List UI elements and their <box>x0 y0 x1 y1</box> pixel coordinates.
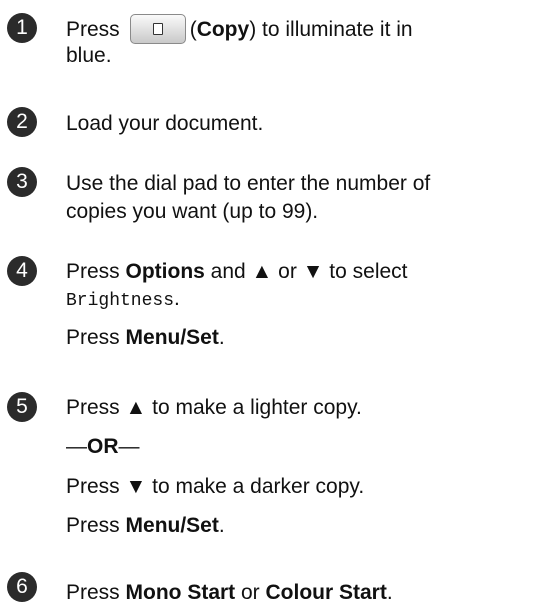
em-dash: — <box>118 435 140 458</box>
em-dash: — <box>66 435 87 458</box>
step-1-text-tail: ) to illuminate it in <box>249 18 413 41</box>
step-4-press: Press <box>66 326 126 349</box>
step-number-badge: 6 <box>7 572 37 602</box>
instruction-page: 1 Press (Copy) to illuminate it in blue. … <box>0 0 534 612</box>
step-number-badge: 2 <box>7 107 37 137</box>
step-1-line-1: Press (Copy) to illuminate it in <box>66 14 413 44</box>
menu-set-label: Menu/Set <box>125 514 219 537</box>
step-4-text-tail: and ▲ or ▼ to select <box>204 260 408 283</box>
step-5-line-1: Press ▲ to make a lighter copy. <box>66 396 362 419</box>
copy-document-icon <box>152 23 163 35</box>
step-number-badge: 5 <box>7 392 37 422</box>
step-4-line-1: Press Options and ▲ or ▼ to select <box>66 259 408 285</box>
step-5-press: Press <box>66 514 126 537</box>
mono-start-label: Mono Start <box>125 581 236 604</box>
colour-start-label: Colour Start <box>265 581 387 604</box>
step-6-text: Press <box>66 581 126 604</box>
step-1-line-2: blue. <box>66 44 112 67</box>
step-4-line-3: Press Menu/Set. <box>66 325 225 351</box>
step-4-text: Press <box>66 260 126 283</box>
step-5-or-line: —OR— <box>66 434 140 460</box>
step-3-line-1: Use the dial pad to enter the number of <box>66 172 431 195</box>
period: . <box>386 581 393 604</box>
period: . <box>174 287 180 310</box>
step-6-or: or <box>235 581 266 604</box>
copy-label: Copy <box>196 18 250 41</box>
step-4-line-2: Brightness. <box>66 286 180 314</box>
step-number-badge: 1 <box>7 13 37 43</box>
step-2-line-1: Load your document. <box>66 112 264 135</box>
menu-set-label: Menu/Set <box>125 326 219 349</box>
period: . <box>218 326 225 349</box>
options-label: Options <box>125 260 205 283</box>
step-number-badge: 4 <box>7 256 37 286</box>
brightness-setting: Brightness <box>66 291 175 311</box>
step-6-line-1: Press Mono Start or Colour Start. <box>66 580 393 606</box>
step-number-badge: 3 <box>7 167 37 197</box>
step-5-line-3: Press Menu/Set. <box>66 513 225 539</box>
copy-button-icon <box>129 14 186 44</box>
step-1-text: Press <box>66 18 120 41</box>
step-3-line-2: copies you want (up to 99). <box>66 200 319 223</box>
period: . <box>218 514 225 537</box>
or-label: OR <box>87 435 119 458</box>
step-5-line-2: Press ▼ to make a darker copy. <box>66 475 365 498</box>
